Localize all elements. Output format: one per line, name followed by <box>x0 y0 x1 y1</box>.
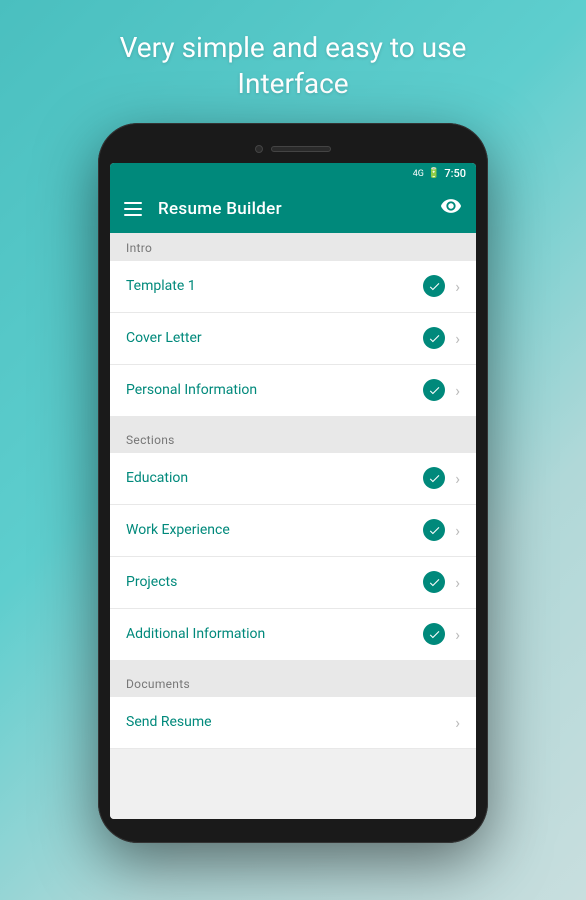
section-header-intro: Intro <box>110 233 476 261</box>
check-icon-cover-letter <box>423 327 445 349</box>
status-time: 7:50 <box>444 167 466 180</box>
menu-button[interactable] <box>124 202 142 216</box>
check-icon-template1 <box>423 275 445 297</box>
preview-button[interactable] <box>440 195 462 222</box>
section-header-sections: Sections <box>110 425 476 453</box>
section-gap-1 <box>110 417 476 425</box>
status-icons: 4G 🔋 7:50 <box>413 167 466 180</box>
chevron-icon-cover-letter: › <box>455 329 460 348</box>
item-label-cover-letter: Cover Letter <box>126 330 423 346</box>
check-icon-education <box>423 467 445 489</box>
section-gap-2 <box>110 661 476 669</box>
app-title: Resume Builder <box>158 199 424 219</box>
section-header-documents: Documents <box>110 669 476 697</box>
phone-screen: 4G 🔋 7:50 Resume Builder Intro <box>110 163 476 819</box>
item-label-template1: Template 1 <box>126 278 423 294</box>
list-item-personal-info[interactable]: Personal Information › <box>110 365 476 417</box>
check-icon-additional-info <box>423 623 445 645</box>
list-item-cover-letter[interactable]: Cover Letter › <box>110 313 476 365</box>
chevron-icon-additional-info: › <box>455 625 460 644</box>
check-icon-personal-info <box>423 379 445 401</box>
item-label-additional-info: Additional Information <box>126 626 423 642</box>
chevron-icon-personal-info: › <box>455 381 460 400</box>
battery-icon: 🔋 <box>428 168 440 179</box>
chevron-icon-work-experience: › <box>455 521 460 540</box>
list-content: Intro Template 1 › Cover Letter › Person… <box>110 233 476 819</box>
signal-icon: 4G <box>413 169 424 179</box>
app-bar: Resume Builder <box>110 185 476 233</box>
chevron-icon-template1: › <box>455 277 460 296</box>
headline-container: Very simple and easy to use Interface <box>80 0 507 123</box>
list-item-work-experience[interactable]: Work Experience › <box>110 505 476 557</box>
check-icon-work-experience <box>423 519 445 541</box>
item-label-education: Education <box>126 470 423 486</box>
camera-dot <box>255 145 263 153</box>
list-item-projects[interactable]: Projects › <box>110 557 476 609</box>
list-item-education[interactable]: Education › <box>110 453 476 505</box>
list-item-send-resume[interactable]: Send Resume › <box>110 697 476 749</box>
list-item-template1[interactable]: Template 1 › <box>110 261 476 313</box>
list-item-additional-info[interactable]: Additional Information › <box>110 609 476 661</box>
chevron-icon-send-resume: › <box>455 713 460 732</box>
chevron-icon-projects: › <box>455 573 460 592</box>
status-bar: 4G 🔋 7:50 <box>110 163 476 185</box>
phone-shell: 4G 🔋 7:50 Resume Builder Intro <box>98 123 488 843</box>
item-label-send-resume: Send Resume <box>126 714 455 730</box>
phone-top-bar <box>110 135 476 163</box>
speaker-grille <box>271 146 331 152</box>
headline-text: Very simple and easy to use <box>120 31 467 64</box>
chevron-icon-education: › <box>455 469 460 488</box>
headline-line2: Interface <box>237 67 348 100</box>
item-label-work-experience: Work Experience <box>126 522 423 538</box>
item-label-personal-info: Personal Information <box>126 382 423 398</box>
item-label-projects: Projects <box>126 574 423 590</box>
check-icon-projects <box>423 571 445 593</box>
